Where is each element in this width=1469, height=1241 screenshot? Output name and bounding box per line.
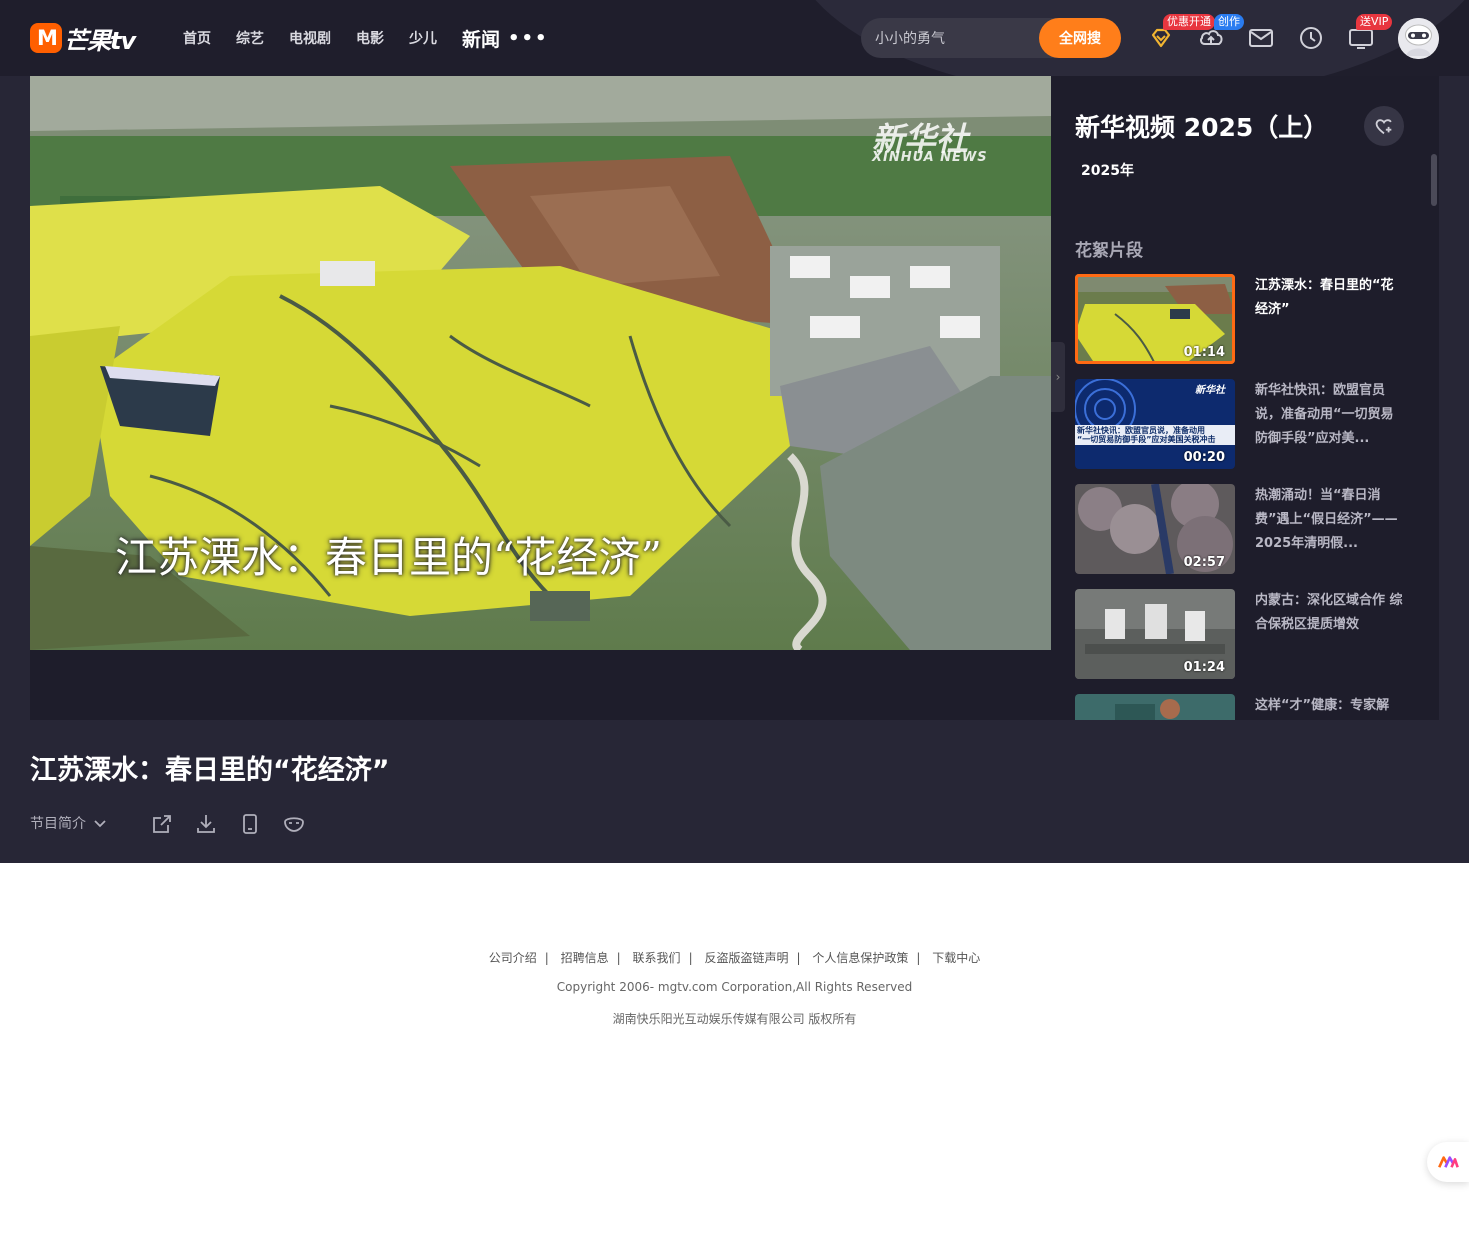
- search-box: 全网搜: [861, 18, 1121, 58]
- history-clock-icon[interactable]: [1297, 24, 1325, 52]
- footer-link-antipiracy[interactable]: 反盗版盗链声明: [704, 951, 788, 965]
- footer-link-about[interactable]: 公司介绍: [489, 951, 537, 965]
- clip-item[interactable]: 01:24 内蒙古：深化区域合作 综合保税区提质增效: [1075, 589, 1425, 679]
- clip-duration: 01:24: [1183, 660, 1225, 675]
- search-input[interactable]: [875, 18, 1035, 58]
- nav-more-icon[interactable]: •••: [508, 28, 549, 49]
- clip-title: 热潮涌动！当“春日消费”遇上“假日经济”——2025年清明假...: [1255, 488, 1398, 551]
- sidebar-scrollbar[interactable]: [1431, 154, 1437, 206]
- footer-links: 公司介绍 | 招聘信息 | 联系我们 | 反盗版盗链声明 | 个人信息保护政策 | 下载中…: [0, 949, 1469, 966]
- footer-link-jobs[interactable]: 招聘信息: [561, 951, 609, 965]
- video-title: 江苏溧水：春日里的“花经济”: [30, 755, 390, 786]
- clip-item[interactable]: 新华社快讯：欧盟官员说，准备动用 “一切贸易防御手段”应对美国关税冲击 新华社 …: [1075, 379, 1425, 469]
- section-label: 花絮片段: [1075, 241, 1143, 261]
- nav-item-kids[interactable]: 少儿: [409, 28, 437, 48]
- feedback-mask-icon[interactable]: [282, 812, 306, 836]
- video-subtitle: 江苏溧水：春日里的“花经济”: [115, 533, 662, 582]
- xinhua-watermark-en: XINHUA NEWS: [872, 150, 988, 165]
- footer-link-contact[interactable]: 联系我们: [633, 951, 681, 965]
- user-avatar[interactable]: [1398, 18, 1439, 59]
- footer-separator: |: [616, 951, 621, 965]
- clip-caption: 新华社快讯：欧盟官员说，准备动用 “一切贸易防御手段”应对美国关税冲击: [1077, 426, 1216, 444]
- intro-label: 节目简介: [30, 816, 86, 832]
- search-button[interactable]: 全网搜: [1039, 18, 1121, 58]
- episode-sidebar: 新华视频 2025（上） 2025年 花絮片段 01:14 江苏溧水：春日里的“…: [1051, 76, 1439, 720]
- series-title: 新华视频 2025（上）: [1075, 113, 1329, 142]
- download-icon[interactable]: [194, 812, 218, 836]
- footer-separator: |: [916, 951, 921, 965]
- clip-logo: 新华社: [1195, 385, 1225, 396]
- main-nav: 首页 综艺 电视剧 电影 少儿 新闻 •••: [183, 24, 549, 52]
- copyright-text: Copyright 2006- mgtv.com Corporation,All…: [556, 980, 913, 994]
- footer-link-download[interactable]: 下载中心: [932, 951, 980, 965]
- logo-text: 芒果tv: [64, 26, 136, 55]
- logo-mark-icon: M: [30, 23, 62, 53]
- chevron-down-icon: [94, 820, 106, 828]
- clip-duration: 02:57: [1183, 555, 1225, 570]
- company-text: 湖南快乐阳光互动娱乐传媒有限公司 版权所有: [612, 1012, 857, 1026]
- clip-thumbnail: [1075, 694, 1235, 720]
- mail-icon[interactable]: [1247, 24, 1275, 52]
- intro-toggle[interactable]: 节目简介: [30, 813, 108, 833]
- favorite-heart-icon[interactable]: [1364, 106, 1404, 146]
- clip-duration: 00:20: [1183, 450, 1225, 465]
- video-player[interactable]: 新华社 XINHUA NEWS 江苏溧水：春日里的“花经济”: [30, 76, 1051, 650]
- mgtv-logo[interactable]: M 芒果tv: [30, 22, 136, 55]
- footer-separator: |: [796, 951, 801, 965]
- clip-item[interactable]: 02:57 热潮涌动！当“春日消费”遇上“假日经济”——2025年清明假...: [1075, 484, 1425, 574]
- footer-link-privacy[interactable]: 个人信息保护政策: [812, 951, 908, 965]
- clip-title: 这样“才”健康：专家解: [1255, 698, 1390, 713]
- top-header: M 芒果tv 首页 综艺 电视剧 电影 少儿 新闻 ••• 全网搜 优惠开通 创…: [0, 0, 1469, 100]
- nav-item-home[interactable]: 首页: [183, 28, 211, 48]
- clip-title: 新华社快讯：欧盟官员说，准备动用“一切贸易防御手段”应对美...: [1255, 383, 1394, 446]
- year-tab[interactable]: 2025年: [1081, 160, 1134, 180]
- footer-separator: |: [544, 951, 549, 965]
- footer-separator: |: [688, 951, 693, 965]
- mobile-phone-icon[interactable]: [238, 812, 262, 836]
- create-badge: 创作: [1214, 14, 1244, 30]
- nav-item-news[interactable]: 新闻: [462, 25, 500, 52]
- send-vip-badge: 送VIP: [1356, 14, 1393, 30]
- clip-title: 江苏溧水：春日里的“花经济”: [1255, 278, 1394, 317]
- floating-assistant-icon[interactable]: [1427, 1142, 1469, 1182]
- nav-item-movie[interactable]: 电影: [356, 28, 384, 48]
- clip-title: 内蒙古：深化区域合作 综合保税区提质增效: [1255, 593, 1403, 632]
- clip-duration: 01:14: [1183, 345, 1225, 360]
- nav-item-tv[interactable]: 电视剧: [289, 28, 331, 48]
- nav-item-variety[interactable]: 综艺: [236, 28, 264, 48]
- clip-item[interactable]: 01:14 江苏溧水：春日里的“花经济”: [1075, 274, 1425, 364]
- clip-item[interactable]: 这样“才”健康：专家解: [1075, 694, 1425, 720]
- share-icon[interactable]: [150, 812, 174, 836]
